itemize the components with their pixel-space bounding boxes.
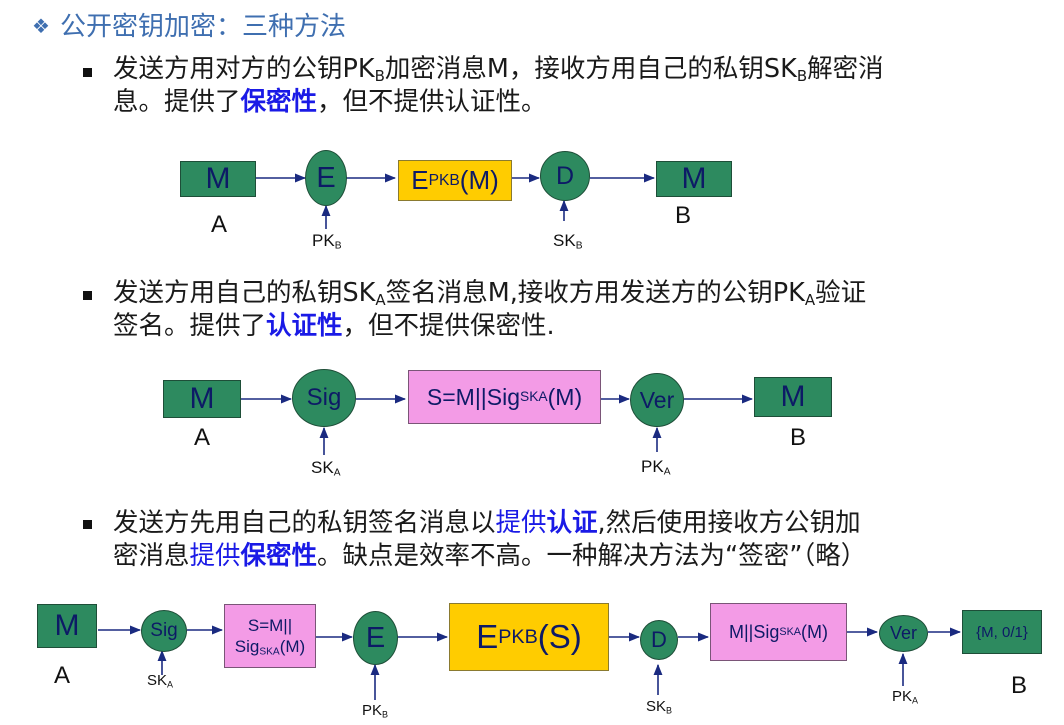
sk-a-label-3: SKA — [147, 672, 174, 690]
plaintext-m-box-2: M — [163, 380, 241, 418]
receiver-b-label-2: B — [790, 424, 807, 451]
sender-a-label-2: A — [194, 424, 211, 451]
result-box: {M, 0/1} — [962, 610, 1042, 654]
ciphertext-box: E PKB (M) — [398, 160, 512, 201]
sign-sig-node-3: Sig — [141, 610, 187, 652]
signed-message-box-3: S=M|| SigSKA(M) — [224, 604, 316, 668]
sk-b-label-3: SKB — [646, 698, 673, 716]
plaintext-m-box: M — [180, 161, 256, 197]
message-signature-box: M||Sig SKA (M) — [710, 603, 847, 661]
ciphertext-box-3: E PKB (S) — [449, 603, 609, 671]
encrypt-e-node-3: E — [353, 611, 398, 665]
verify-ver-node-3: Ver — [879, 615, 928, 652]
receiver-b-label: B — [675, 202, 692, 229]
receiver-b-label-3: B — [1011, 672, 1028, 699]
decrypt-d-node: D — [540, 151, 590, 201]
plaintext-m-box-3: M — [37, 604, 97, 648]
pk-a-label-3: PKA — [892, 688, 919, 706]
signed-message-box: S=M||Sig SKA (M) — [408, 370, 601, 424]
pk-a-label: PKA — [641, 457, 671, 478]
pk-b-label: PKB — [312, 231, 342, 252]
sk-b-label: SKB — [553, 231, 583, 252]
verify-ver-node: Ver — [630, 373, 684, 427]
decrypt-d-node-3: D — [640, 620, 678, 660]
encrypt-e-node: E — [305, 150, 347, 206]
pk-b-label-3: PKB — [362, 702, 389, 720]
sender-a-label: A — [211, 211, 228, 238]
plaintext-m-box-2-out: M — [754, 377, 832, 417]
plaintext-m-box-out: M — [656, 161, 732, 197]
sk-a-label: SKA — [311, 458, 341, 479]
sign-sig-node: Sig — [292, 369, 356, 427]
sender-a-label-3: A — [54, 662, 71, 689]
